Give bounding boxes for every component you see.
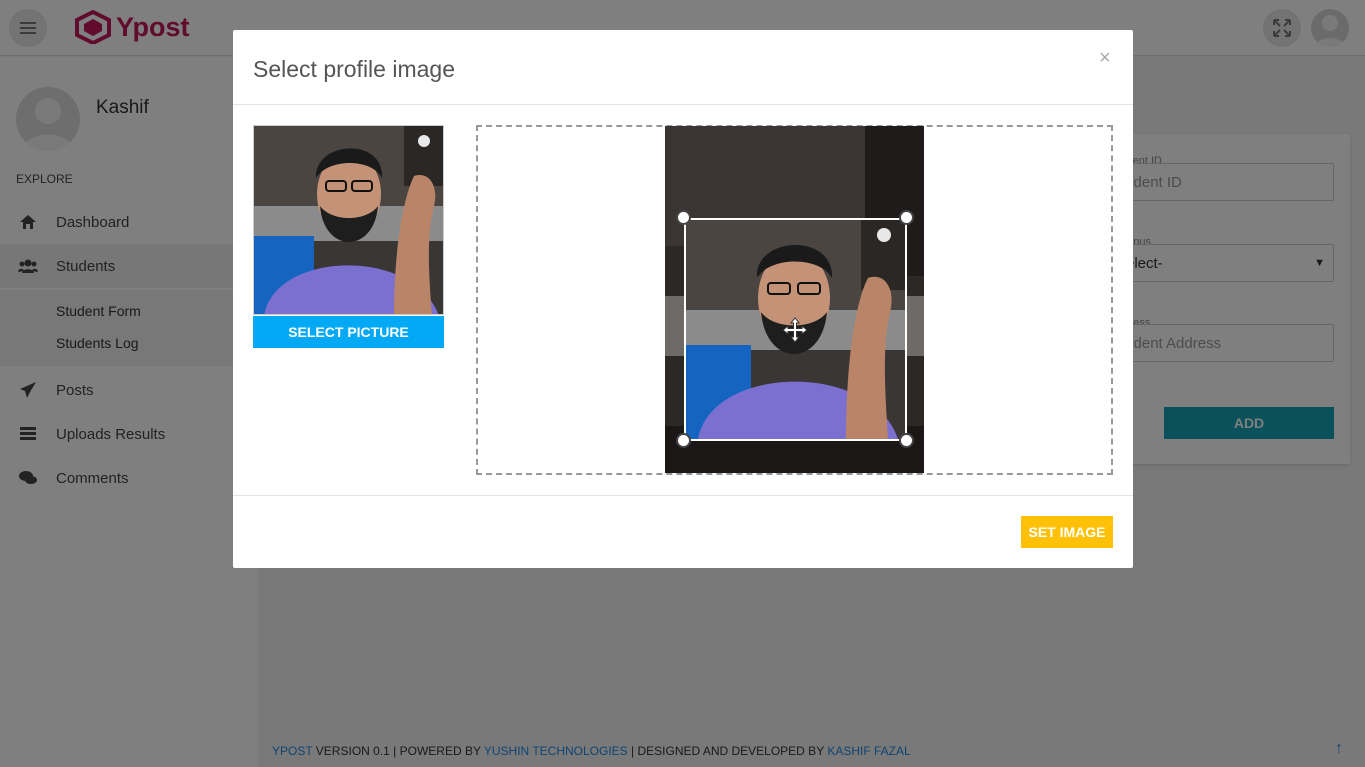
header-divider — [233, 104, 1133, 105]
move-icon[interactable] — [782, 317, 808, 343]
select-picture-button[interactable]: SELECT PICTURE — [253, 316, 444, 348]
crop-handle-top-right[interactable] — [899, 210, 914, 225]
profile-preview-image — [253, 125, 444, 315]
crop-handle-bottom-right[interactable] — [899, 433, 914, 448]
crop-handle-bottom-left[interactable] — [676, 433, 691, 448]
close-icon[interactable]: × — [1099, 47, 1111, 70]
select-image-modal: Select profile image × SELECT PICTURE SE… — [233, 30, 1133, 568]
crop-handle-top-left[interactable] — [676, 210, 691, 225]
set-image-button[interactable]: SET IMAGE — [1021, 516, 1113, 548]
modal-title: Select profile image — [253, 56, 455, 82]
footer-divider — [233, 495, 1133, 496]
